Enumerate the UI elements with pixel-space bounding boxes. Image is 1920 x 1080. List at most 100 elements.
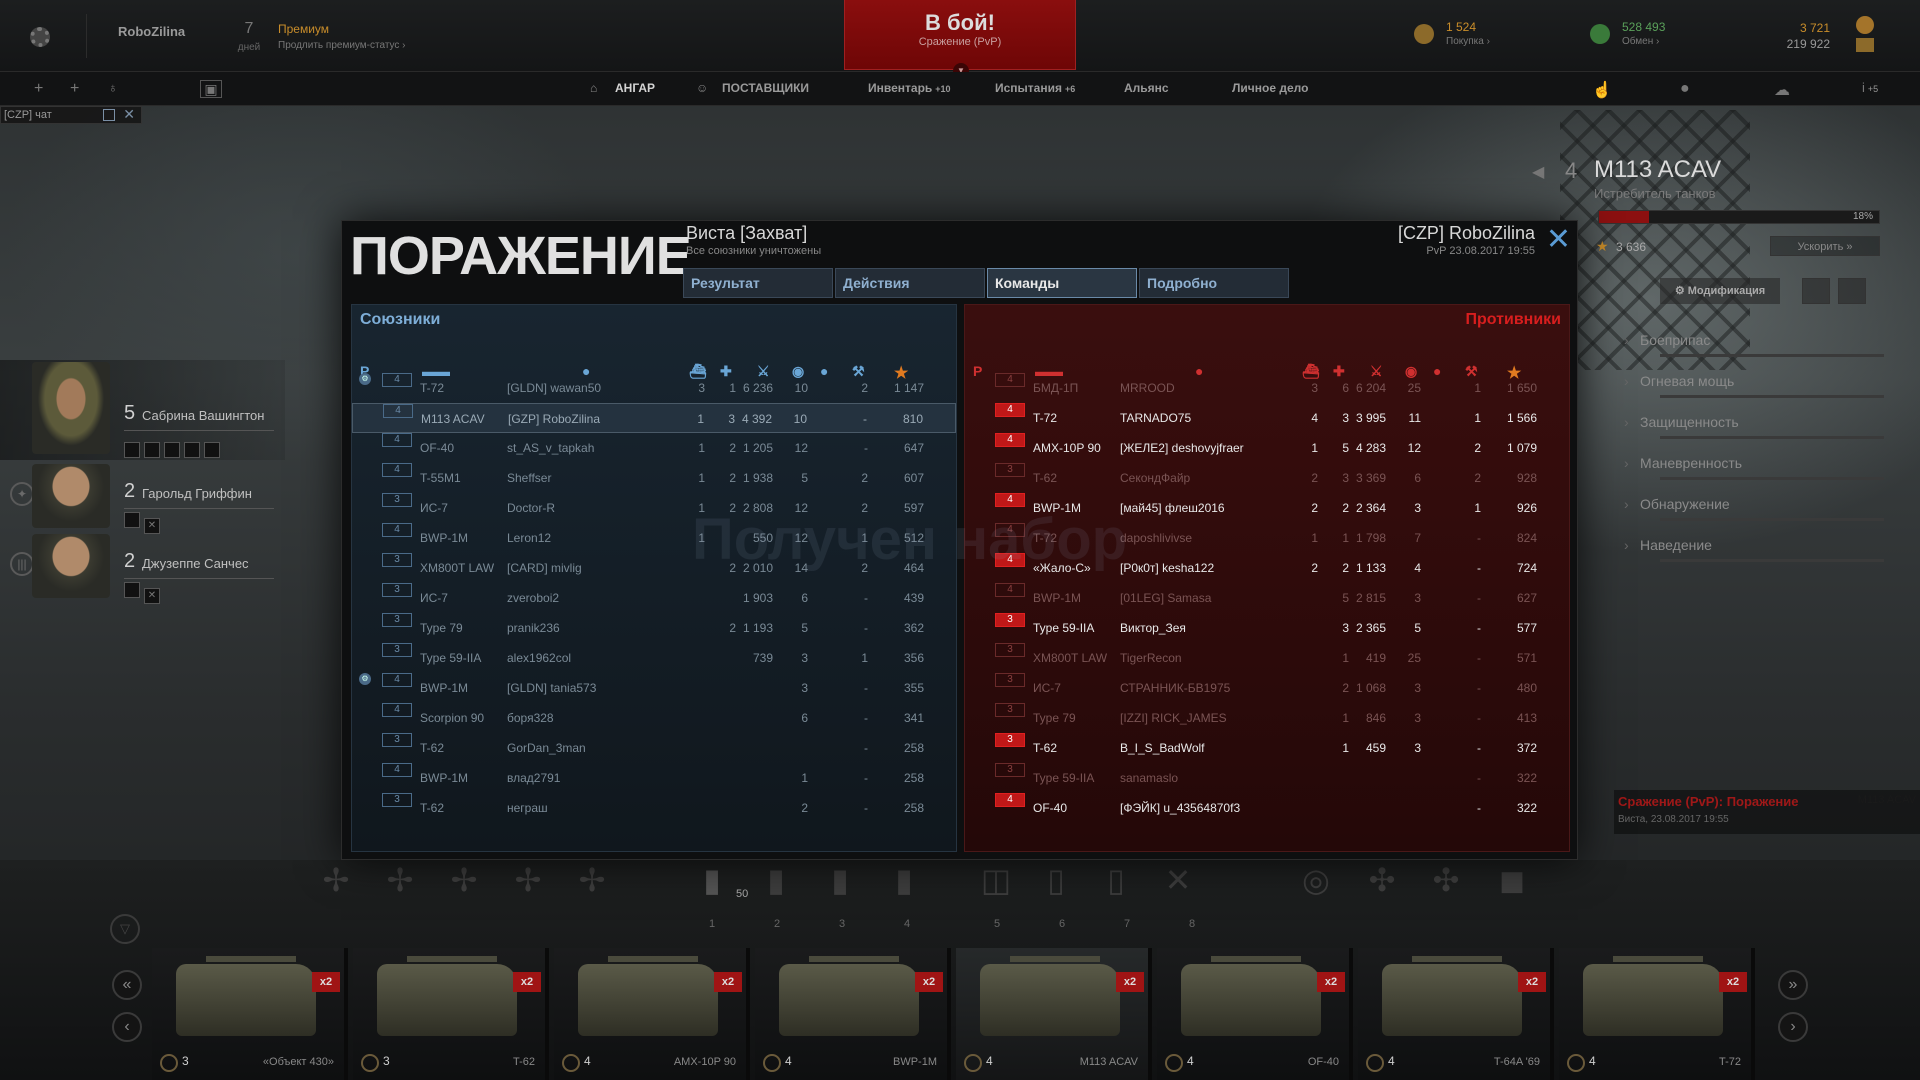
team-row[interactable]: 3 Type 59-IIA alex1962col 739 3 1 356 [352, 643, 956, 673]
player-name: alex1962col [507, 651, 572, 665]
lock-icon[interactable]: ◼ [1490, 858, 1534, 902]
carousel-fastforward-icon[interactable]: » [1778, 970, 1808, 1000]
crew-skill-slot-icon[interactable]: ✢ [378, 858, 422, 902]
tab-actions[interactable]: Действия [835, 268, 985, 298]
battle-button[interactable]: В бой! Сражение (PvP) ▼ [844, 0, 1076, 79]
settings-gear-icon[interactable] [30, 27, 50, 47]
maximize-icon[interactable] [103, 109, 115, 121]
crew-skill-slot-icon[interactable]: ✢ [314, 858, 358, 902]
team-row[interactable]: 4 T-55M1 Sheffser 1 2 1 938 5 2 607 [352, 463, 956, 493]
tools-icon[interactable]: ✕ [1156, 858, 1200, 902]
carousel-vehicle[interactable]: x2 3 «Объект 430» [152, 948, 348, 1080]
carousel-vehicle[interactable]: x2 4 T-72 [1559, 948, 1755, 1080]
tab-details[interactable]: Подробно [1139, 268, 1289, 298]
crew-skill-slot-icon[interactable]: ✢ [442, 858, 486, 902]
team-row[interactable]: 3 T-62 GorDan_3man - 258 [352, 733, 956, 763]
carousel-vehicle[interactable]: x2 4 T-64A '69 [1358, 948, 1554, 1080]
carousel-vehicle[interactable]: x2 4 M113 ACAV [956, 948, 1152, 1080]
nav-alliance[interactable]: Альянс [1124, 81, 1169, 95]
crew-skill-slot-icon[interactable]: ✢ [570, 858, 614, 902]
clan-chat-tab[interactable]: [CZP] чат ✕ [0, 106, 142, 124]
param-firepower[interactable]: Огневая мощь [1624, 373, 1734, 389]
carousel-vehicle[interactable]: x2 3 T-62 [353, 948, 549, 1080]
team-row[interactable]: 4 M113 ACAV [GZP] RoboZilina 1 3 4 392 10 - 810 [352, 403, 956, 433]
team-row[interactable]: 3 Type 59-IIA Виктор_Зея 3 2 365 5 - 577 [965, 613, 1569, 643]
nav-inventory[interactable]: Инвентарь +10 [868, 81, 951, 95]
tab-result[interactable]: Результат [683, 268, 833, 298]
team-row[interactable]: ⚙ 4 T-72 [GLDN] wawan50 3 1 6 236 10 2 1 147 [352, 373, 956, 403]
shell-slot-icon[interactable]: ▮ [754, 858, 798, 902]
nav-trials[interactable]: Испытания +6 [995, 81, 1075, 95]
thumbs-up-icon[interactable]: ☝ [1592, 80, 1612, 100]
team-row[interactable]: 3 T-62 СекондФайр 2 3 3 369 6 2 928 [965, 463, 1569, 493]
team-row[interactable]: 4 OF-40 st_AS_v_tapkah 1 2 1 205 12-647 [352, 433, 956, 463]
team-row[interactable]: 3 ИС-7 zveroboi2 1 903 6 - 439 [352, 583, 956, 613]
team-row[interactable]: 4 T-72 TARNADO75 4 3 3 995 11 1 1 566 [965, 403, 1569, 433]
lock-icon[interactable]: ▣ [200, 80, 222, 98]
team-row[interactable]: 3 ИС-7 СТРАННИК-БВ1975 2 1 068 3 - 480 [965, 673, 1569, 703]
carousel-vehicle[interactable]: x2 4 OF-40 [1157, 948, 1353, 1080]
team-row[interactable]: 3 Type 59-IIA sanamaslo - 322 [965, 763, 1569, 793]
team-row[interactable]: 3 Type 79 pranik236 2 1 193 5 - 362 [352, 613, 956, 643]
param-protection[interactable]: Защищенность [1624, 414, 1739, 430]
paint-icon[interactable] [1802, 278, 1830, 304]
tab-teams[interactable]: Команды [987, 268, 1137, 298]
carousel-rewind-icon[interactable]: « [112, 970, 142, 1000]
battle-notification[interactable]: Сражение (PvP): Поражение M113 ACAV Вист… [1614, 790, 1920, 834]
team-row[interactable]: 3 Type 79 [IZZI] RICK_JAMES 1 846 3 - 413 [965, 703, 1569, 733]
add-friend-icon[interactable]: + [70, 80, 79, 98]
vehicle-xp-percent: 18% [1852, 211, 1873, 222]
accelerate-button[interactable]: Ускорить » [1770, 236, 1880, 256]
repair-kit-icon[interactable]: ◫ [974, 858, 1018, 902]
vehicle-class: Истребитель танков [1594, 186, 1716, 201]
medkit-icon[interactable]: ▯ [1034, 858, 1078, 902]
module-icon[interactable]: ◎ [1294, 858, 1338, 902]
crew-member[interactable]: 5 Сабрина Вашингтон [0, 360, 285, 460]
close-icon[interactable]: ✕ [123, 106, 135, 122]
vehicle-tier: 4 [986, 1054, 993, 1068]
module-icon[interactable]: ✣ [1424, 858, 1468, 902]
crew-member[interactable]: ||| 2 Джузеппе Санчес ✕ [0, 530, 285, 604]
param-spotting[interactable]: Обнаружение [1624, 496, 1730, 512]
nav-suppliers[interactable]: ПОСТАВЩИКИ [722, 81, 809, 95]
team-row[interactable]: 3 XM800T LAW TigerRecon 1 419 25 - 571 [965, 643, 1569, 673]
shell-slot-icon[interactable]: ▮ [818, 858, 862, 902]
modification-button[interactable]: ⚙ Модификация [1660, 278, 1780, 304]
param-ammo[interactable]: Боеприпас [1624, 332, 1710, 348]
team-row[interactable]: 3 T-62 B_I_S_BadWolf 1 459 3 - 372 [965, 733, 1569, 763]
profile-icon[interactable]: ● [1680, 80, 1690, 98]
shell-slot-icon[interactable]: ▮ [882, 858, 926, 902]
shell-slot-icon[interactable]: ▮ [690, 858, 734, 902]
team-row[interactable]: 3 T-62 неграш 2 - 258 [352, 793, 956, 823]
spot-value: 5 [801, 471, 808, 485]
carousel-next-icon[interactable]: › [1778, 1012, 1808, 1042]
team-row[interactable]: 4 BWP-1M влад2791 1 - 258 [352, 763, 956, 793]
param-aiming[interactable]: Наведение [1624, 537, 1712, 553]
carousel-prev-icon[interactable]: ‹ [112, 1012, 142, 1042]
nav-personal[interactable]: Личное дело [1232, 81, 1308, 95]
crew-skill-slot-icon[interactable]: ✢ [506, 858, 550, 902]
team-row[interactable]: 4 БМД-1П MRROOD 3 6 6 204 25 1 1 650 [965, 373, 1569, 403]
info-icon[interactable]: i +5 [1862, 80, 1878, 95]
carousel-vehicle[interactable]: x2 4 AMX-10P 90 [554, 948, 750, 1080]
chat-bubbles-icon[interactable]: ☁ [1774, 80, 1790, 100]
filter-icon[interactable]: ▽ [110, 914, 140, 944]
team-row[interactable]: 4 BWP-1M [01LEG] Samasa 5 2 815 3 - 627 [965, 583, 1569, 613]
team-row[interactable]: 4 AMX-10P 90 [ЖЕЛЕ2] deshovyjfraer 1 5 4 283 1… [965, 433, 1569, 463]
add-icon[interactable]: + [34, 80, 43, 98]
premium-link[interactable]: Премиум Продлить премиум-статус › [278, 22, 406, 51]
team-row[interactable]: 4 OF-40 [ФЭЙК] u_43564870f3 - 322 [965, 793, 1569, 823]
team-row[interactable]: 4 Scorpion 90 боря328 6 - 341 [352, 703, 956, 733]
player-nickname[interactable]: RoboZilina [118, 24, 185, 39]
module-icon[interactable]: ✣ [1360, 858, 1404, 902]
param-mobility[interactable]: Маневренность [1624, 455, 1742, 471]
ammo-count: 50 [736, 888, 749, 900]
drop-icon[interactable]: ♁ [108, 80, 118, 95]
crew-member[interactable]: ✦ 2 Гарольд Гриффин ✕ [0, 460, 285, 534]
team-row[interactable]: ⚙ 4 BWP-1M [GLDN] tania573 3 - 355 [352, 673, 956, 703]
close-icon[interactable]: ✕ [1546, 225, 1571, 255]
carousel-vehicle[interactable]: x2 4 BWP-1M [755, 948, 951, 1080]
notes-icon[interactable] [1838, 278, 1866, 304]
fire-extinguisher-icon[interactable]: ▯ [1094, 858, 1138, 902]
nav-hangar[interactable]: АНГАР [615, 81, 655, 95]
